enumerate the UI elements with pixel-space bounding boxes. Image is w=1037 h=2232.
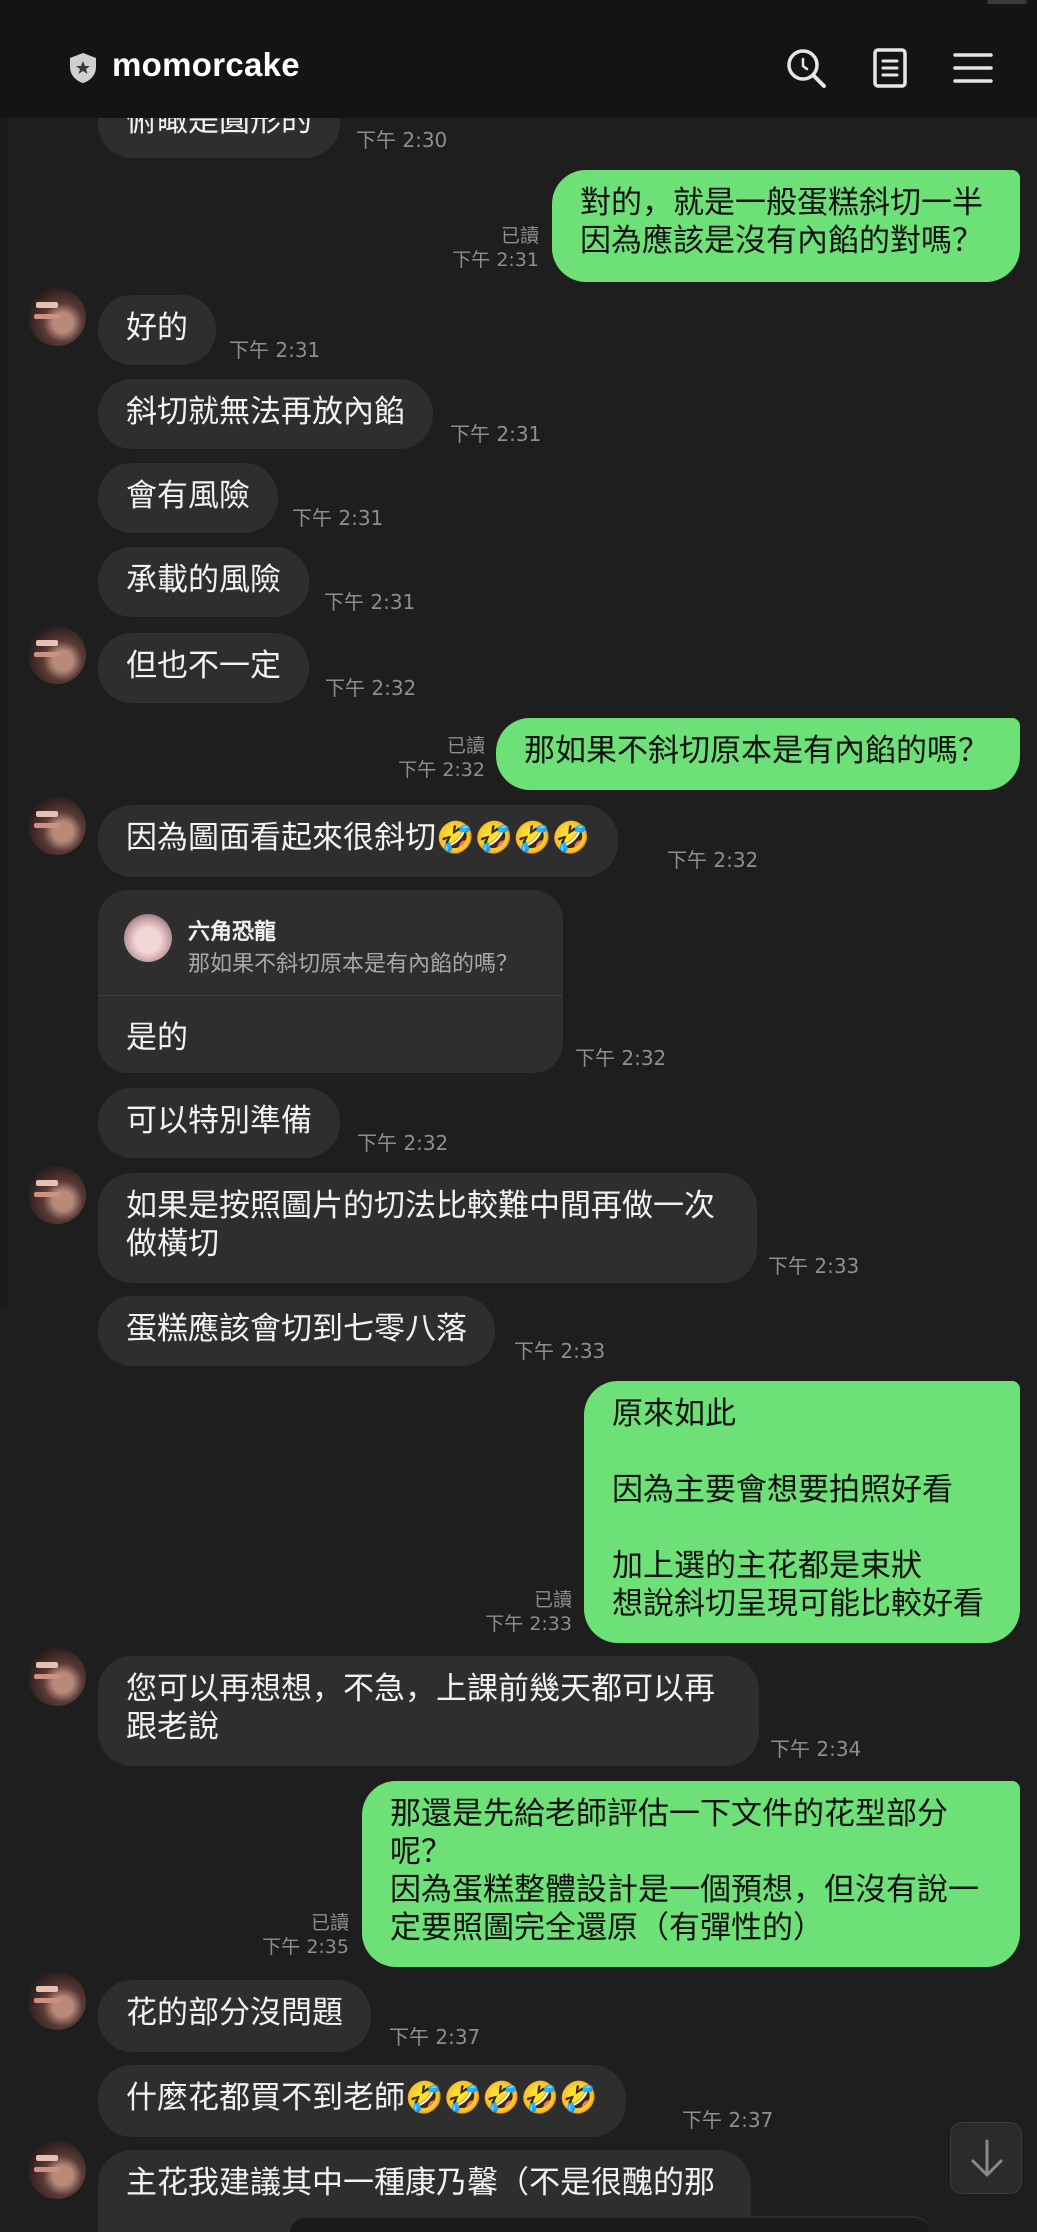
read-receipt: 已讀 下午 2:35 [262,1912,349,1958]
message-bubble[interactable]: 如果是按照圖片的切法比較難中間再做一次 做橫切 [98,1173,757,1283]
avatar[interactable] [28,797,86,855]
message-time: 下午 2:32 [575,1046,667,1070]
message-bubble-outgoing[interactable]: 原來如此 因為主要會想要拍照好看 加上選的主花都是束狀 想說斜切呈現可能比較好看 [584,1381,1020,1643]
avatar[interactable] [28,1166,86,1224]
message-time: 下午 2:32 [325,676,417,700]
read-receipt: 已讀 下午 2:33 [485,1589,572,1635]
message-bubble-outgoing[interactable]: 那如果不斜切原本是有內餡的嗎？ [496,718,1020,790]
message-time: 下午 2:32 [357,1131,449,1155]
quoted-sender-name: 六角恐龍 [188,920,277,945]
chat-title[interactable]: momorcake [112,46,300,84]
message-bubble-outgoing[interactable]: 那還是先給老師評估一下文件的花型部分 呢？ 因為蛋糕整體設計是一個預想，但沒有說… [362,1781,1020,1967]
message-time: 下午 2:31 [450,422,542,446]
scroll-to-bottom-button[interactable] [950,2122,1022,2194]
message-time: 下午 2:32 [667,848,759,872]
message-time: 下午 2:34 [770,1737,862,1761]
message-time: 下午 2:33 [514,1339,606,1363]
message-bubble[interactable]: 什麼花都買不到老師🤣🤣🤣🤣🤣 [98,2065,626,2137]
message-bubble[interactable]: 蛋糕應該會切到七零八落 [98,1296,495,1366]
message-bubble[interactable]: 好的 [98,295,216,365]
message-time: 下午 2:31 [292,506,384,530]
shield-icon [70,53,96,83]
input-bar-edge [290,2216,930,2232]
notes-icon[interactable] [866,44,914,92]
search-icon[interactable] [782,44,830,92]
message-bubble[interactable]: 但也不一定 [98,633,309,703]
arrow-down-icon [971,2139,1003,2177]
reply-text: 是的 [126,1020,188,1056]
message-time: 下午 2:30 [356,128,448,152]
message-bubble[interactable]: 花的部分沒問題 [98,1980,371,2052]
message-bubble[interactable]: 斜切就無法再放內餡 [98,379,433,449]
quoted-text: 那如果不斜切原本是有內餡的嗎？ [188,952,519,977]
message-bubble[interactable]: 因為圖面看起來很斜切🤣🤣🤣🤣 [98,805,619,877]
chat-header: momorcake [0,0,1037,118]
avatar[interactable] [28,626,86,684]
message-time: 下午 2:37 [389,2025,481,2049]
message-time: 下午 2:31 [324,590,416,614]
reply-message-card[interactable]: 六角恐龍 那如果不斜切原本是有內餡的嗎？ 是的 [98,890,563,1073]
message-bubble[interactable]: 可以特別準備 [98,1088,340,1158]
message-time: 下午 2:37 [682,2108,774,2132]
side-edge [0,118,8,1308]
message-time: 下午 2:33 [768,1254,860,1278]
quoted-message[interactable]: 六角恐龍 那如果不斜切原本是有內餡的嗎？ [98,890,563,996]
menu-icon[interactable] [949,44,997,92]
chat-area[interactable]: 俯瞰是圓形的 下午 2:30 已讀 下午 2:31 對的，就是一般蛋糕斜切一半 因… [0,0,1037,2232]
message-bubble[interactable]: 會有風險 [98,463,278,533]
quoted-avatar [124,914,172,962]
message-bubble-outgoing[interactable]: 對的，就是一般蛋糕斜切一半 因為應該是沒有內餡的對嗎？ [552,170,1020,282]
message-bubble[interactable]: 您可以再想想，不急，上課前幾天都可以再 跟老說 [98,1656,759,1766]
avatar[interactable] [28,1972,86,2030]
status-bar-fragment [987,0,1027,4]
read-receipt: 已讀 下午 2:31 [452,225,539,271]
avatar[interactable] [28,288,86,346]
avatar[interactable] [28,1648,86,1706]
message-time: 下午 2:31 [229,338,321,362]
read-receipt: 已讀 下午 2:32 [398,735,485,781]
message-bubble[interactable]: 承載的風險 [98,547,309,617]
avatar[interactable] [28,2141,86,2199]
